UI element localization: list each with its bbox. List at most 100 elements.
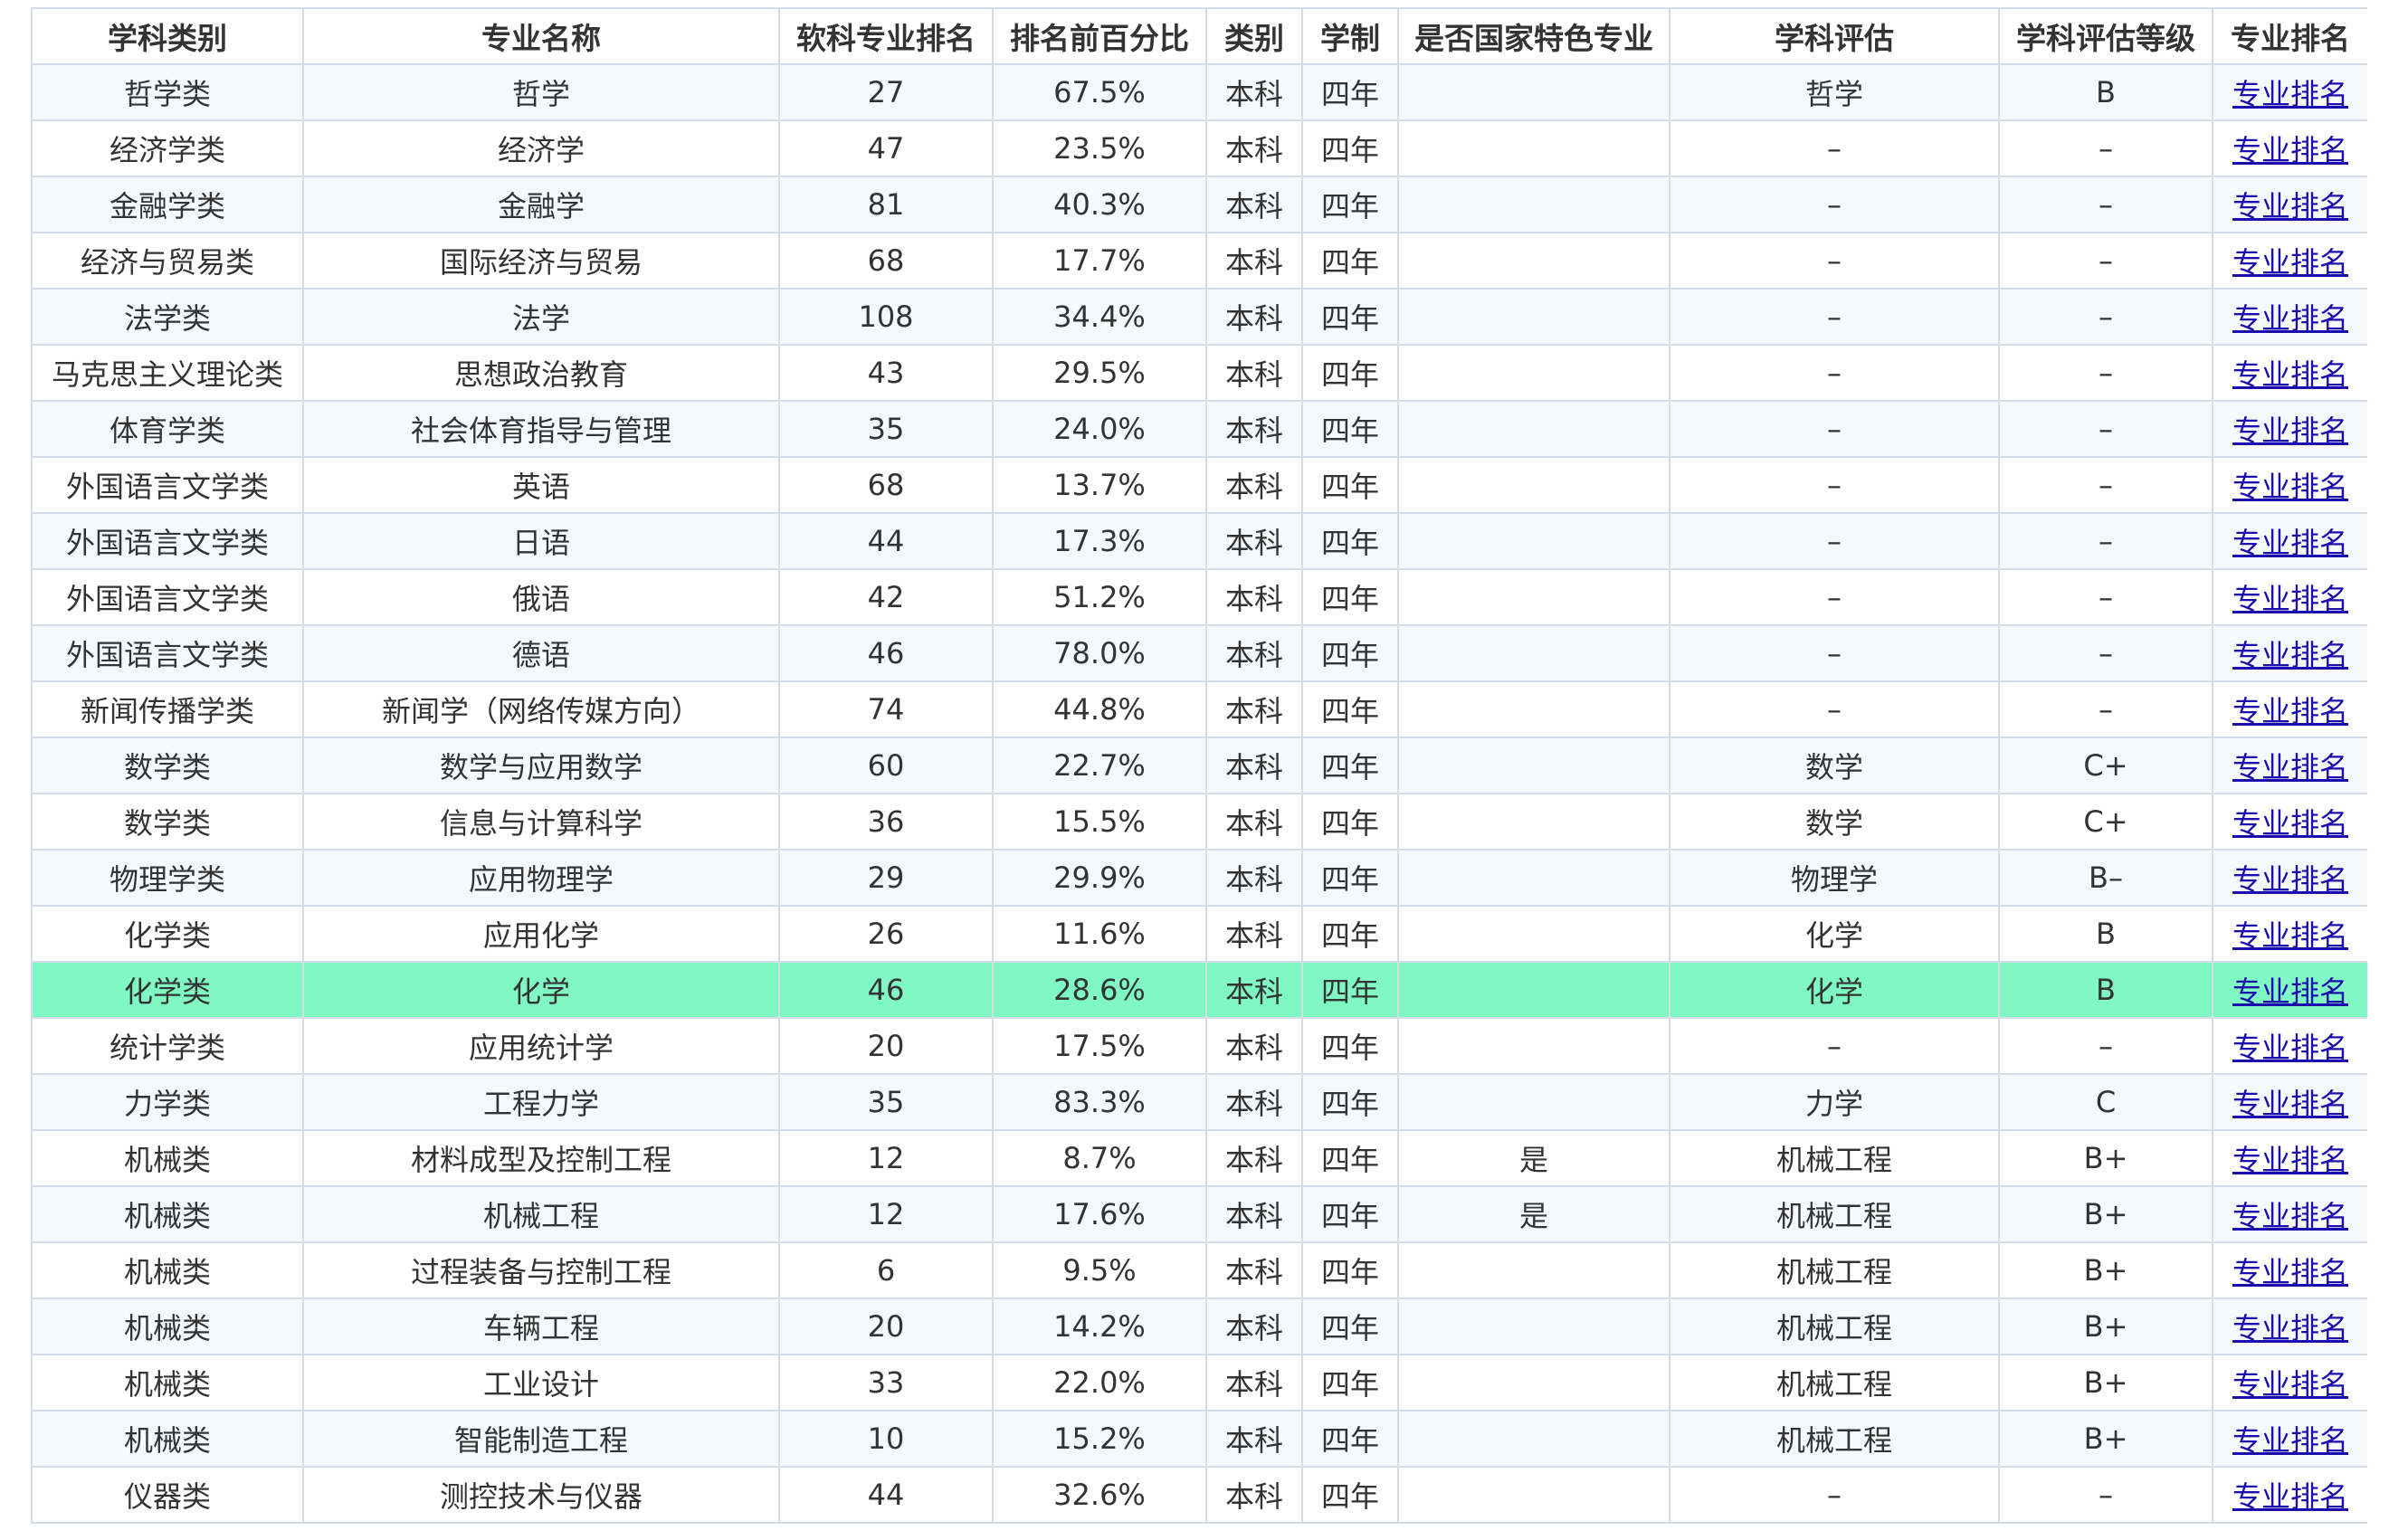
major-ranking-link[interactable]: 专业排名 — [2232, 1031, 2348, 1065]
cell-major-ranking-link: 专业排名 — [2212, 1298, 2367, 1355]
major-ranking-link[interactable]: 专业排名 — [2232, 862, 2348, 897]
major-ranking-link[interactable]: 专业排名 — [2232, 133, 2348, 167]
major-ranking-link[interactable]: 专业排名 — [2232, 638, 2348, 672]
cell-rank-percentile: 78.0% — [992, 624, 1207, 682]
cell-evaluation-grade: B+ — [1998, 1185, 2213, 1243]
cell-shanghai-ranking: 20 — [778, 1017, 994, 1075]
major-ranking-link[interactable]: 专业排名 — [2232, 1087, 2348, 1121]
major-ranking-link[interactable]: 专业排名 — [2232, 1199, 2348, 1233]
cell-evaluation-grade: – — [1998, 288, 2213, 346]
cell-major-ranking-link: 专业排名 — [2212, 1129, 2367, 1187]
cell-national-feature — [1397, 1017, 1670, 1075]
cell-shanghai-ranking: 29 — [778, 849, 994, 907]
table-row: 外国语言文学类 日语 44 17.3% 本科 四年 – – 专业排名 — [31, 512, 2367, 570]
cell-discipline-evaluation: – — [1669, 176, 2000, 233]
major-ranking-link[interactable]: 专业排名 — [2232, 1255, 2348, 1289]
cell-degree-type: 本科 — [1205, 1410, 1303, 1468]
cell-duration: 四年 — [1301, 680, 1399, 738]
cell-major-name: 俄语 — [302, 568, 780, 626]
cell-discipline-category: 统计学类 — [31, 1017, 304, 1075]
cell-evaluation-grade: C — [1998, 1073, 2213, 1131]
major-ranking-link[interactable]: 专业排名 — [2232, 470, 2348, 504]
table-row: 法学类 法学 108 34.4% 本科 四年 – – 专业排名 — [31, 288, 2367, 346]
ranking-table-container: 学科类别 专业名称 软科专业排名 排名前百分比 类别 学制 是否国家特色专业 学… — [31, 7, 2367, 1540]
major-ranking-link[interactable]: 专业排名 — [2232, 357, 2348, 392]
cell-major-name: 国际经济与贸易 — [302, 232, 780, 290]
cell-evaluation-grade: B — [1998, 63, 2213, 121]
cell-discipline-evaluation: – — [1669, 512, 2000, 570]
cell-evaluation-grade: – — [1998, 344, 2213, 402]
table-row: 金融学类 金融学 81 40.3% 本科 四年 – – 专业排名 — [31, 176, 2367, 233]
header-major-name: 专业名称 — [302, 7, 780, 65]
major-ranking-link[interactable]: 专业排名 — [2232, 414, 2348, 448]
cell-discipline-category: 仪器类 — [31, 1466, 304, 1524]
major-ranking-link[interactable]: 专业排名 — [2232, 918, 2348, 953]
cell-discipline-category: 物理学类 — [31, 849, 304, 907]
header-rank-percentile: 排名前百分比 — [992, 7, 1207, 65]
cell-major-name: 经济学 — [302, 119, 780, 177]
major-ranking-link[interactable]: 专业排名 — [2232, 974, 2348, 1009]
cell-rank-percentile: 13.7% — [992, 456, 1207, 514]
cell-degree-type: 本科 — [1205, 119, 1303, 177]
cell-shanghai-ranking: 6 — [778, 1241, 994, 1299]
cell-evaluation-grade: – — [1998, 232, 2213, 290]
cell-rank-percentile: 17.5% — [992, 1017, 1207, 1075]
cell-national-feature — [1397, 737, 1670, 794]
major-ranking-link[interactable]: 专业排名 — [2232, 301, 2348, 336]
cell-major-ranking-link: 专业排名 — [2212, 1466, 2367, 1524]
cell-discipline-evaluation: – — [1669, 288, 2000, 346]
cell-discipline-category: 机械类 — [31, 1354, 304, 1412]
cell-rank-percentile: 17.6% — [992, 1185, 1207, 1243]
cell-discipline-category: 经济学类 — [31, 119, 304, 177]
cell-national-feature — [1397, 400, 1670, 458]
major-ranking-link[interactable]: 专业排名 — [2232, 1423, 2348, 1458]
table-row: 机械类 机械工程 12 17.6% 本科 四年是机械工程 B+ 专业排名 — [31, 1185, 2367, 1243]
major-ranking-link[interactable]: 专业排名 — [2232, 77, 2348, 111]
cell-major-name: 过程装备与控制工程 — [302, 1241, 780, 1299]
cell-national-feature — [1397, 119, 1670, 177]
cell-discipline-category: 马克思主义理论类 — [31, 344, 304, 402]
cell-discipline-category: 外国语言文学类 — [31, 568, 304, 626]
cell-degree-type: 本科 — [1205, 680, 1303, 738]
table-row: 马克思主义理论类 思想政治教育 43 29.5% 本科 四年 – – 专业排名 — [31, 344, 2367, 402]
major-ranking-link[interactable]: 专业排名 — [2232, 526, 2348, 560]
cell-shanghai-ranking: 26 — [778, 905, 994, 963]
cell-duration: 四年 — [1301, 849, 1399, 907]
cell-evaluation-grade: – — [1998, 1466, 2213, 1524]
cell-discipline-category: 经济与贸易类 — [31, 232, 304, 290]
cell-major-ranking-link: 专业排名 — [2212, 1185, 2367, 1243]
cell-discipline-evaluation: – — [1669, 232, 2000, 290]
cell-shanghai-ranking: 35 — [778, 400, 994, 458]
cell-discipline-evaluation: 机械工程 — [1669, 1410, 2000, 1468]
cell-duration: 四年 — [1301, 793, 1399, 851]
header-discipline-evaluation: 学科评估 — [1669, 7, 2000, 65]
major-ranking-link[interactable]: 专业排名 — [2232, 750, 2348, 784]
cell-major-name: 测控技术与仪器 — [302, 1466, 780, 1524]
cell-discipline-evaluation: 机械工程 — [1669, 1241, 2000, 1299]
major-ranking-link[interactable]: 专业排名 — [2232, 694, 2348, 728]
cell-evaluation-grade: – — [1998, 176, 2213, 233]
cell-duration: 四年 — [1301, 1466, 1399, 1524]
cell-major-ranking-link: 专业排名 — [2212, 288, 2367, 346]
cell-shanghai-ranking: 44 — [778, 1466, 994, 1524]
cell-degree-type: 本科 — [1205, 1241, 1303, 1299]
cell-rank-percentile: 23.5% — [992, 119, 1207, 177]
major-ranking-link[interactable]: 专业排名 — [2232, 806, 2348, 841]
cell-duration: 四年 — [1301, 63, 1399, 121]
major-ranking-link[interactable]: 专业排名 — [2232, 1479, 2348, 1514]
major-ranking-link[interactable]: 专业排名 — [2232, 245, 2348, 280]
cell-shanghai-ranking: 35 — [778, 1073, 994, 1131]
cell-duration: 四年 — [1301, 1017, 1399, 1075]
major-ranking-link[interactable]: 专业排名 — [2232, 189, 2348, 223]
major-ranking-link[interactable]: 专业排名 — [2232, 1311, 2348, 1345]
major-ranking-link[interactable]: 专业排名 — [2232, 1143, 2348, 1177]
cell-evaluation-grade: B+ — [1998, 1410, 2213, 1468]
cell-degree-type: 本科 — [1205, 288, 1303, 346]
cell-evaluation-grade: – — [1998, 568, 2213, 626]
cell-degree-type: 本科 — [1205, 1129, 1303, 1187]
major-ranking-link[interactable]: 专业排名 — [2232, 1367, 2348, 1402]
cell-rank-percentile: 44.8% — [992, 680, 1207, 738]
cell-discipline-category: 力学类 — [31, 1073, 304, 1131]
cell-national-feature — [1397, 849, 1670, 907]
major-ranking-link[interactable]: 专业排名 — [2232, 582, 2348, 616]
